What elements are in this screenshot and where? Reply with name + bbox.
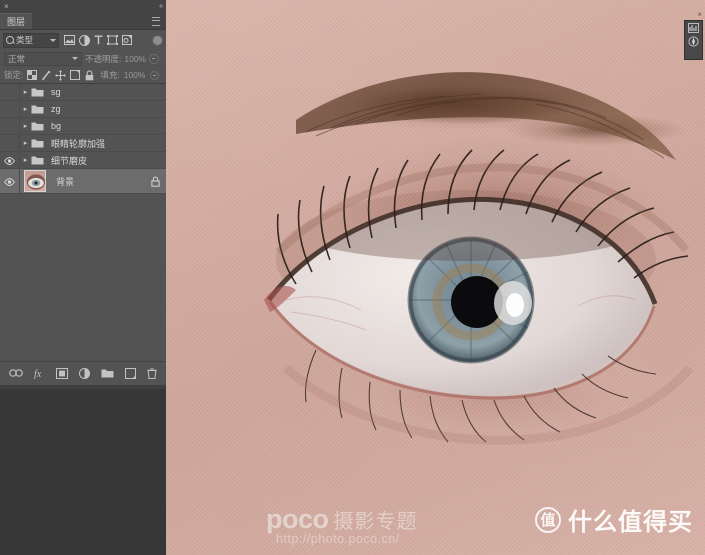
link-layers-button[interactable] xyxy=(9,369,23,377)
new-adjustment-layer-button[interactable] xyxy=(79,367,90,379)
eye-icon xyxy=(4,156,15,165)
histogram-icon[interactable] xyxy=(688,23,699,33)
panel-empty-area xyxy=(0,388,166,555)
tab-layers[interactable]: 图层 xyxy=(0,13,33,29)
fill-scrubber[interactable] xyxy=(149,70,159,80)
add-layer-mask-button[interactable] xyxy=(56,367,68,379)
layer-filter-row: 类型 xyxy=(0,30,166,50)
collapse-panel-icon[interactable]: « xyxy=(159,3,163,10)
fill-value[interactable]: 100% xyxy=(124,70,146,80)
layer-name-label[interactable]: zg xyxy=(51,104,61,114)
layer-list[interactable]: ▸ sg ▸ zg ▸ bg ▸ 眼睛轮廓加强 ▸ 细节磨皮背景 xyxy=(0,84,166,361)
layers-panel-toolbar: fx xyxy=(0,360,166,385)
layers-panel: × « 图层 类型 正常 不透明度: 100% 锁定: 填充: 100% ▸ s… xyxy=(0,0,166,555)
layer-visibility-toggle[interactable] xyxy=(0,101,20,117)
layer-name-label[interactable]: 细节磨皮 xyxy=(51,154,87,167)
chevron-down-icon xyxy=(50,38,56,42)
panel-menu-icon[interactable] xyxy=(149,13,163,29)
layer-name-label[interactable]: 背景 xyxy=(56,175,74,188)
layer-visibility-toggle[interactable] xyxy=(0,169,20,193)
layer-row[interactable]: ▸ zg xyxy=(0,101,166,118)
lock-artboard-nesting-icon[interactable] xyxy=(70,70,81,80)
folder-icon xyxy=(31,87,45,97)
folder-icon xyxy=(31,104,45,114)
layer-visibility-toggle[interactable] xyxy=(0,152,20,168)
filter-type-select[interactable]: 类型 xyxy=(3,32,59,48)
layer-locked-icon xyxy=(151,176,160,187)
pixel-layer-filter-icon[interactable] xyxy=(64,35,75,45)
close-icon[interactable]: × xyxy=(697,11,702,19)
chevron-right-icon[interactable]: ▸ xyxy=(20,122,31,130)
filter-icon-group xyxy=(64,34,132,46)
layer-style-fx-button[interactable]: fx xyxy=(34,368,45,379)
folder-icon xyxy=(31,138,45,148)
lock-label: 锁定: xyxy=(4,70,24,80)
folder-icon xyxy=(31,155,45,165)
lock-transparent-pixels-icon[interactable] xyxy=(27,70,38,80)
panel-chrome: × « 图层 xyxy=(0,0,166,30)
eye-icon xyxy=(4,177,15,186)
layer-name-label[interactable]: sg xyxy=(51,87,61,97)
layer-row[interactable]: ▸ sg xyxy=(0,84,166,101)
layer-visibility-toggle[interactable] xyxy=(0,135,20,151)
layer-row[interactable]: 背景 xyxy=(0,169,166,194)
chevron-right-icon[interactable]: ▸ xyxy=(20,88,31,96)
layer-name-label[interactable]: bg xyxy=(51,121,61,131)
collapsed-panel-dock[interactable] xyxy=(684,20,703,60)
layer-row[interactable]: ▸ 眼睛轮廓加强 xyxy=(0,135,166,152)
chevron-right-icon[interactable]: ▸ xyxy=(20,156,31,164)
svg-text:fx: fx xyxy=(34,369,42,379)
layer-row[interactable]: ▸ 细节磨皮 xyxy=(0,152,166,169)
chevron-right-icon[interactable]: ▸ xyxy=(20,105,31,113)
panel-tab-row: 图层 xyxy=(0,13,166,30)
fill-label: 填充: xyxy=(100,70,120,80)
folder-icon xyxy=(31,121,45,131)
search-icon xyxy=(6,36,14,44)
layer-thumbnail[interactable] xyxy=(20,170,50,192)
close-icon[interactable]: × xyxy=(4,2,9,11)
layer-visibility-toggle[interactable] xyxy=(0,118,20,134)
layer-row[interactable]: ▸ bg xyxy=(0,118,166,135)
photoshop-window: × « 图层 类型 正常 不透明度: 100% 锁定: 填充: 100% ▸ s… xyxy=(0,0,705,555)
filter-type-value: 类型 xyxy=(16,35,34,45)
panel-titlebar: × « xyxy=(0,0,166,13)
layer-visibility-toggle[interactable] xyxy=(0,84,20,100)
chevron-right-icon[interactable]: ▸ xyxy=(20,139,31,147)
opacity-scrubber[interactable] xyxy=(149,53,160,64)
blend-mode-select[interactable]: 正常 xyxy=(4,51,82,66)
thumbnail-image xyxy=(25,171,45,191)
lock-image-pixels-icon[interactable] xyxy=(41,70,51,81)
blend-mode-value: 正常 xyxy=(8,53,26,64)
layer-name-label[interactable]: 眼睛轮廓加强 xyxy=(51,137,105,150)
opacity-value[interactable]: 100% xyxy=(124,54,146,64)
shape-layer-filter-icon[interactable] xyxy=(107,35,118,45)
type-layer-filter-icon[interactable] xyxy=(94,35,103,45)
chevron-down-icon xyxy=(72,57,78,60)
new-group-button[interactable] xyxy=(101,368,114,378)
opacity-label: 不透明度: xyxy=(85,53,122,64)
lock-position-icon[interactable] xyxy=(55,69,67,81)
eye-illustration xyxy=(264,72,694,445)
navigator-icon[interactable] xyxy=(688,36,699,47)
new-layer-button[interactable] xyxy=(125,367,136,379)
blend-mode-row: 正常 不透明度: 100% xyxy=(0,50,166,67)
lock-row: 锁定: 填充: 100% xyxy=(0,67,166,84)
smart-object-filter-icon[interactable] xyxy=(122,35,132,45)
document-canvas[interactable]: × poco 摄影专题 http://photo.poco.cn/ 值 什么值得… xyxy=(166,0,705,555)
lock-all-icon[interactable] xyxy=(85,69,94,81)
delete-layer-button[interactable] xyxy=(147,368,157,379)
filter-enable-toggle[interactable] xyxy=(152,34,163,46)
adjustment-layer-filter-icon[interactable] xyxy=(79,34,90,46)
